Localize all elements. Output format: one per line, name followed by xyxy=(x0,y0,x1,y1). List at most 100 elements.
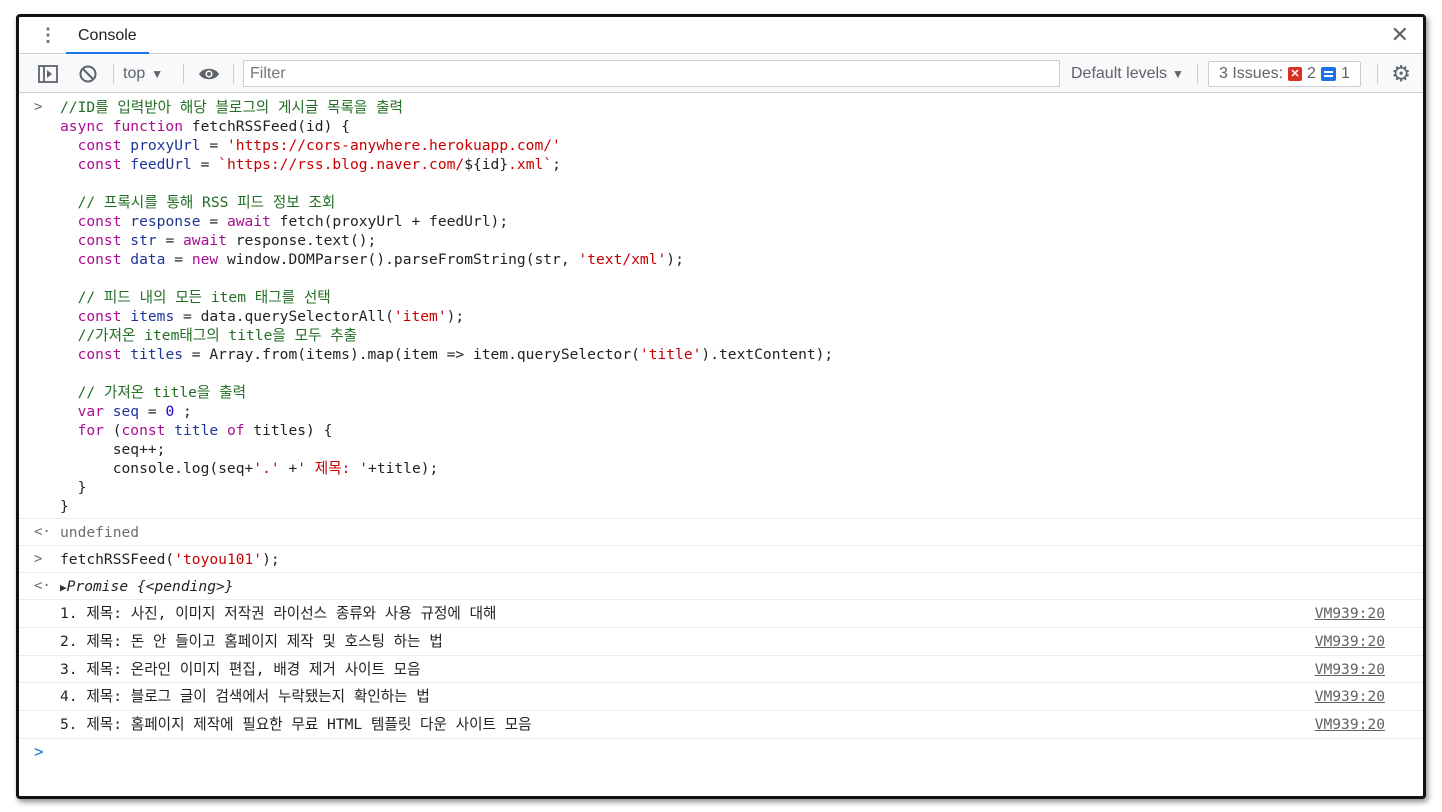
toolbar-divider xyxy=(113,64,114,84)
code-token: .xml` xyxy=(508,156,553,173)
code-token: = xyxy=(191,156,219,173)
output-prompt-icon: <· xyxy=(34,578,51,594)
code-token: fetchRSSFeed(id) { xyxy=(191,118,350,135)
code-line: const str = await response.text(); xyxy=(60,231,1423,250)
code-token: '.' xyxy=(253,460,280,477)
log-levels-dropdown[interactable]: Default levels ▼ xyxy=(1071,64,1184,84)
code-token: = xyxy=(200,137,227,154)
promise-result[interactable]: ▶Promise {<pending>} xyxy=(60,573,1423,601)
toolbar-divider xyxy=(183,64,184,84)
code-token: Array.from(items).map(item => item.query… xyxy=(209,346,640,363)
output-prompt-icon: <· xyxy=(34,524,51,540)
function-call[interactable]: fetchRSSFeed('toyou101'); xyxy=(60,546,1423,573)
expand-triangle-icon[interactable]: ▶ xyxy=(60,581,67,594)
code-token: console.log(seq+ xyxy=(60,460,254,477)
error-icon: ✕ xyxy=(1288,67,1303,81)
code-token: const xyxy=(60,213,131,230)
source-link[interactable]: VM939:20 xyxy=(1315,683,1385,711)
kebab-menu-icon[interactable]: ⋮ xyxy=(39,25,57,45)
code-token: feedUrl xyxy=(130,156,192,173)
code-token: ); xyxy=(262,551,280,568)
code-line: console.log(seq+'.' +' 제목: '+title); xyxy=(60,459,1423,478)
code-token: = xyxy=(183,346,210,363)
code-token: const xyxy=(60,308,131,325)
console-result-entry: <· undefined xyxy=(19,519,1423,546)
code-token: response.text(); xyxy=(235,232,377,249)
code-token: const xyxy=(60,232,131,249)
code-token: seq xyxy=(112,403,140,420)
log-entry: 2. 제목: 돈 안 들이고 홈페이지 제작 및 호스팅 하는 법 VM939:… xyxy=(19,628,1423,656)
log-message: 4. 제목: 블로그 글이 검색에서 누락됐는지 확인하는 법 xyxy=(60,688,430,705)
code-token: +title); xyxy=(368,460,439,477)
code-token: 'toyou101' xyxy=(174,551,263,568)
code-token: + xyxy=(279,460,298,477)
code-line: const feedUrl = `https://rss.blog.naver.… xyxy=(60,155,1423,174)
sidebar-toggle-icon-svg xyxy=(38,65,58,83)
code-token: = xyxy=(139,403,166,420)
code-token: ; xyxy=(174,403,192,420)
gear-icon[interactable]: ⚙ xyxy=(1391,63,1411,85)
code-token: // 가져온 title을 출력 xyxy=(60,384,246,401)
code-token: = xyxy=(200,213,227,230)
toolbar-divider xyxy=(233,64,234,84)
log-message: 1. 제목: 사진, 이미지 저작권 라이선스 종류와 사용 규정에 대해 xyxy=(60,605,497,622)
issues-error-count: 2 xyxy=(1307,65,1316,82)
code-token: ); xyxy=(666,251,684,268)
source-link[interactable]: VM939:20 xyxy=(1315,711,1385,739)
code-line: //가져온 item태그의 title을 모두 추출 xyxy=(60,326,1423,345)
console-messages: > //ID를 입력받아 해당 블로그의 게시글 목록을 출력 async fun… xyxy=(19,94,1423,796)
code-token: fetch(proxyUrl + feedUrl); xyxy=(279,213,509,230)
console-result-entry: <· ▶Promise {<pending>} xyxy=(19,573,1423,600)
code-token: await xyxy=(226,213,280,230)
source-link[interactable]: VM939:20 xyxy=(1315,628,1385,656)
clear-console-icon[interactable] xyxy=(77,63,99,85)
code-token: data.querySelectorAll( xyxy=(200,308,394,325)
log-entry: 4. 제목: 블로그 글이 검색에서 누락됐는지 확인하는 법 VM939:20 xyxy=(19,683,1423,711)
input-prompt-icon: > xyxy=(34,99,43,115)
eye-icon-svg xyxy=(199,68,219,80)
chevron-down-icon: ▼ xyxy=(151,67,164,81)
code-line: async function fetchRSSFeed(id) { xyxy=(60,117,1423,136)
code-token: 'title' xyxy=(639,346,702,363)
code-token: ); xyxy=(446,308,465,325)
code-token: of xyxy=(218,422,254,439)
filter-input[interactable] xyxy=(243,60,1060,87)
code-token: const xyxy=(60,137,131,154)
source-link[interactable]: VM939:20 xyxy=(1315,656,1385,683)
code-block[interactable]: //ID를 입력받아 해당 블로그의 게시글 목록을 출력 async funct… xyxy=(60,98,1423,516)
code-token: = xyxy=(156,232,184,249)
issues-info-count: 1 xyxy=(1340,65,1350,82)
code-token: `https://rss.blog.naver.com/ xyxy=(218,156,465,173)
code-token: proxyUrl xyxy=(130,137,201,154)
code-line: // 피드 내의 모든 item 태그를 선택 xyxy=(60,288,1423,307)
code-token: const xyxy=(60,156,131,173)
context-selector-label: top xyxy=(123,65,146,82)
code-token: = xyxy=(165,251,192,268)
code-line: } xyxy=(60,497,1423,516)
context-selector[interactable]: top ▼ xyxy=(123,64,163,84)
tab-bar: ⋮ Console ✕ xyxy=(19,17,1423,54)
result-undefined: undefined xyxy=(60,524,140,541)
log-entry: 1. 제목: 사진, 이미지 저작권 라이선스 종류와 사용 규정에 대해 VM… xyxy=(19,600,1423,628)
info-icon xyxy=(1320,67,1336,81)
sidebar-toggle-icon[interactable] xyxy=(37,63,59,85)
code-token: const xyxy=(60,251,131,268)
log-message: 2. 제목: 돈 안 들이고 홈페이지 제작 및 호스팅 하는 법 xyxy=(60,633,443,650)
code-token: for xyxy=(60,422,113,439)
eye-icon[interactable] xyxy=(197,63,221,85)
close-icon[interactable]: ✕ xyxy=(1391,23,1409,47)
console-toolbar: top ▼ Default levels ▼ 3 Issues: ✕ 2 1 ⚙ xyxy=(19,55,1423,93)
toolbar-divider xyxy=(1377,64,1378,84)
code-token: // 프록시를 통해 RSS 피드 정보 조회 xyxy=(60,194,336,211)
tab-console[interactable]: Console xyxy=(66,17,149,54)
code-line: var seq = 0 ; xyxy=(60,402,1423,421)
code-line: const titles = Array.from(items).map(ite… xyxy=(60,345,1423,364)
code-token: = xyxy=(174,308,201,325)
code-token: window.DOMParser().parseFromString(str, xyxy=(226,251,579,268)
issues-button[interactable]: 3 Issues: ✕ 2 1 xyxy=(1208,61,1361,87)
console-prompt[interactable]: > xyxy=(19,739,1423,769)
source-link[interactable]: VM939:20 xyxy=(1315,600,1385,628)
code-token: items xyxy=(130,308,175,325)
